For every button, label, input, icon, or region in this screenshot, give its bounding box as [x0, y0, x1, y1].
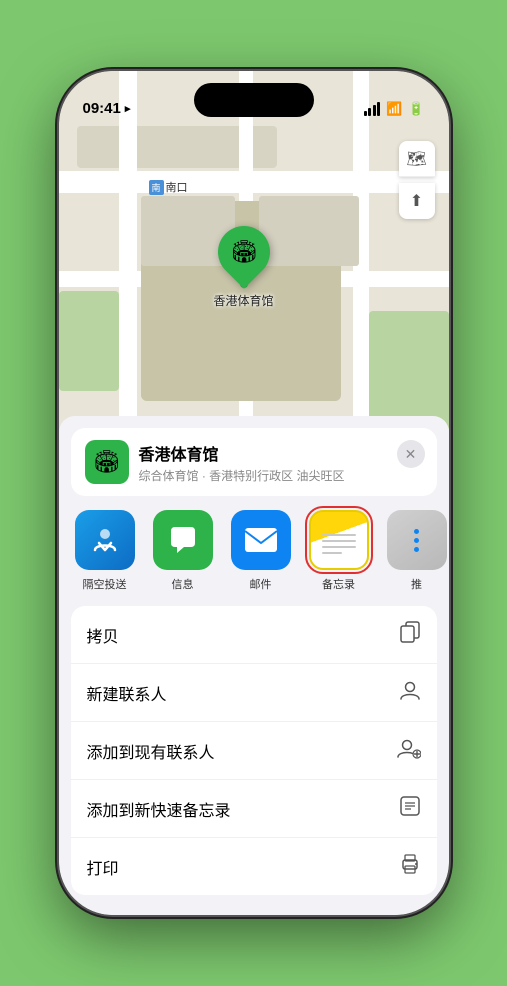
- new-contact-icon: [399, 679, 421, 706]
- close-button[interactable]: ✕: [397, 440, 425, 468]
- action-new-contact[interactable]: 新建联系人: [71, 664, 437, 722]
- notes-label: 备忘录: [322, 576, 355, 592]
- more-icon: [387, 510, 447, 570]
- action-print[interactable]: 打印: [71, 838, 437, 895]
- app-messages[interactable]: 信息: [153, 510, 213, 592]
- quick-note-icon: [399, 795, 421, 822]
- dynamic-island: [194, 83, 314, 117]
- copy-icon: [399, 621, 421, 648]
- mail-label: 邮件: [250, 576, 272, 592]
- action-copy[interactable]: 拷贝: [71, 606, 437, 664]
- mail-icon: [231, 510, 291, 570]
- phone-frame: 09:41 ▸ 📶 🔋: [59, 71, 449, 915]
- status-icons: 📶 🔋: [364, 101, 425, 117]
- apps-row: 隔空投送 信息: [59, 496, 449, 600]
- wifi-icon: 📶: [386, 101, 402, 117]
- map-label-nankou: 南 南口: [149, 179, 188, 195]
- app-airdrop[interactable]: 隔空投送: [75, 510, 135, 592]
- messages-icon: [153, 510, 213, 570]
- app-mail[interactable]: 邮件: [231, 510, 291, 592]
- add-contact-icon: [397, 737, 421, 764]
- status-time: 09:41 ▸: [83, 100, 131, 117]
- print-icon: [399, 853, 421, 880]
- app-more[interactable]: 推: [387, 510, 447, 592]
- messages-label: 信息: [172, 576, 194, 592]
- share-sheet: 🏟 香港体育馆 综合体育馆 · 香港特别行政区 油尖旺区 ✕: [59, 416, 449, 915]
- airdrop-label: 隔空投送: [83, 576, 127, 592]
- new-contact-label: 新建联系人: [87, 681, 167, 705]
- signal-bars: [364, 102, 381, 116]
- notes-icon: [309, 510, 369, 570]
- battery-icon: 🔋: [408, 101, 424, 117]
- action-quick-note[interactable]: 添加到新快速备忘录: [71, 780, 437, 838]
- map-view-button[interactable]: 🗺: [399, 141, 435, 177]
- location-name: 香港体育馆: [139, 441, 423, 465]
- airdrop-icon: [75, 510, 135, 570]
- map-pin: 🏟 香港体育馆: [214, 226, 274, 309]
- location-button[interactable]: ⬆: [399, 183, 435, 219]
- location-icon: ▸: [125, 102, 131, 115]
- print-label: 打印: [87, 855, 119, 879]
- map-controls: 🗺 ⬆: [399, 141, 435, 219]
- add-contact-label: 添加到现有联系人: [87, 739, 215, 763]
- location-desc: 综合体育馆 · 香港特别行政区 油尖旺区: [139, 467, 423, 484]
- more-label: 推: [411, 576, 422, 592]
- app-notes[interactable]: 备忘录: [309, 510, 369, 592]
- location-card-icon: 🏟: [85, 440, 129, 484]
- copy-label: 拷贝: [87, 623, 119, 647]
- action-rows: 拷贝 新建联系人: [71, 606, 437, 895]
- quick-note-label: 添加到新快速备忘录: [87, 797, 231, 821]
- action-add-contact[interactable]: 添加到现有联系人: [71, 722, 437, 780]
- location-card: 🏟 香港体育馆 综合体育馆 · 香港特别行政区 油尖旺区 ✕: [71, 428, 437, 496]
- time-display: 09:41: [83, 100, 121, 117]
- phone-screen: 09:41 ▸ 📶 🔋: [59, 71, 449, 915]
- pin-label: 香港体育馆: [214, 292, 274, 309]
- location-info: 香港体育馆 综合体育馆 · 香港特别行政区 油尖旺区: [139, 441, 423, 484]
